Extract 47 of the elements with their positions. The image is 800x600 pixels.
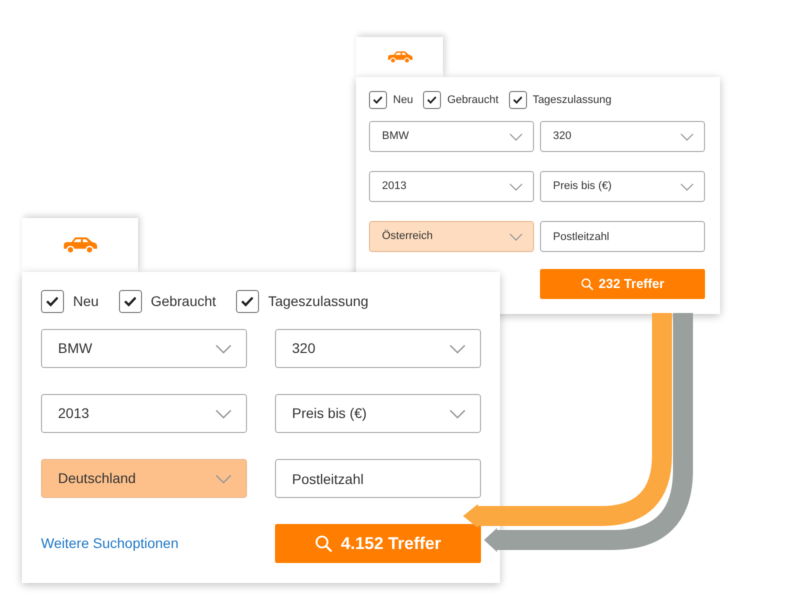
search-icon — [580, 278, 594, 290]
tab[interactable] — [356, 37, 443, 77]
checkbox[interactable] — [369, 91, 387, 109]
dropdown[interactable]: 2013 — [369, 171, 534, 202]
chevron-down-icon — [215, 474, 232, 484]
dropdown[interactable]: BMW — [369, 121, 534, 152]
tab[interactable] — [22, 218, 138, 272]
input-field[interactable]: Postleitzahl — [540, 221, 705, 252]
dropdown[interactable]: Preis bis (€) — [540, 171, 705, 202]
dropdown[interactable]: Preis bis (€) — [275, 394, 481, 433]
chevron-down-icon — [449, 344, 466, 354]
checkbox[interactable] — [423, 91, 442, 109]
checkmark-icon — [124, 295, 136, 308]
checkbox-label: Tageszulassung — [532, 92, 612, 108]
checkmark-icon — [512, 95, 522, 105]
car-icon — [61, 236, 99, 254]
search-icon — [314, 534, 333, 552]
checkbox-label: Tageszulassung — [268, 292, 368, 311]
checkbox[interactable] — [41, 290, 64, 313]
dropdown[interactable]: 2013 — [41, 394, 247, 433]
checkbox-label: Neu — [73, 292, 99, 311]
chevron-down-icon — [680, 182, 694, 190]
chevron-down-icon — [509, 182, 523, 190]
chevron-down-icon — [449, 408, 466, 418]
dropdown[interactable]: 320 — [540, 121, 705, 152]
dropdown[interactable]: 320 — [275, 329, 481, 368]
checkmark-icon — [46, 295, 59, 308]
chevron-down-icon — [215, 344, 232, 354]
chevron-down-icon — [509, 232, 523, 240]
checkbox[interactable] — [508, 91, 527, 109]
chevron-down-icon — [215, 408, 232, 418]
dropdown[interactable]: BMW — [41, 329, 247, 368]
dropdown[interactable]: Österreich — [369, 221, 534, 252]
link[interactable]: Weitere Suchoptionen — [41, 533, 247, 554]
chevron-down-icon — [509, 132, 523, 140]
checkbox-label: Neu — [393, 92, 414, 108]
input-field[interactable]: Postleitzahl — [275, 459, 481, 498]
chevron-down-icon — [680, 132, 694, 140]
checkmark-icon — [241, 295, 254, 308]
checkbox[interactable] — [118, 290, 142, 313]
checkmark-icon — [373, 95, 383, 105]
checkbox[interactable] — [236, 290, 260, 313]
car-icon — [386, 50, 414, 64]
checkmark-icon — [427, 95, 437, 105]
checkbox-label: Gebraucht — [150, 292, 216, 311]
dropdown[interactable]: Deutschland — [41, 459, 247, 498]
checkbox-label: Gebraucht — [447, 92, 499, 108]
